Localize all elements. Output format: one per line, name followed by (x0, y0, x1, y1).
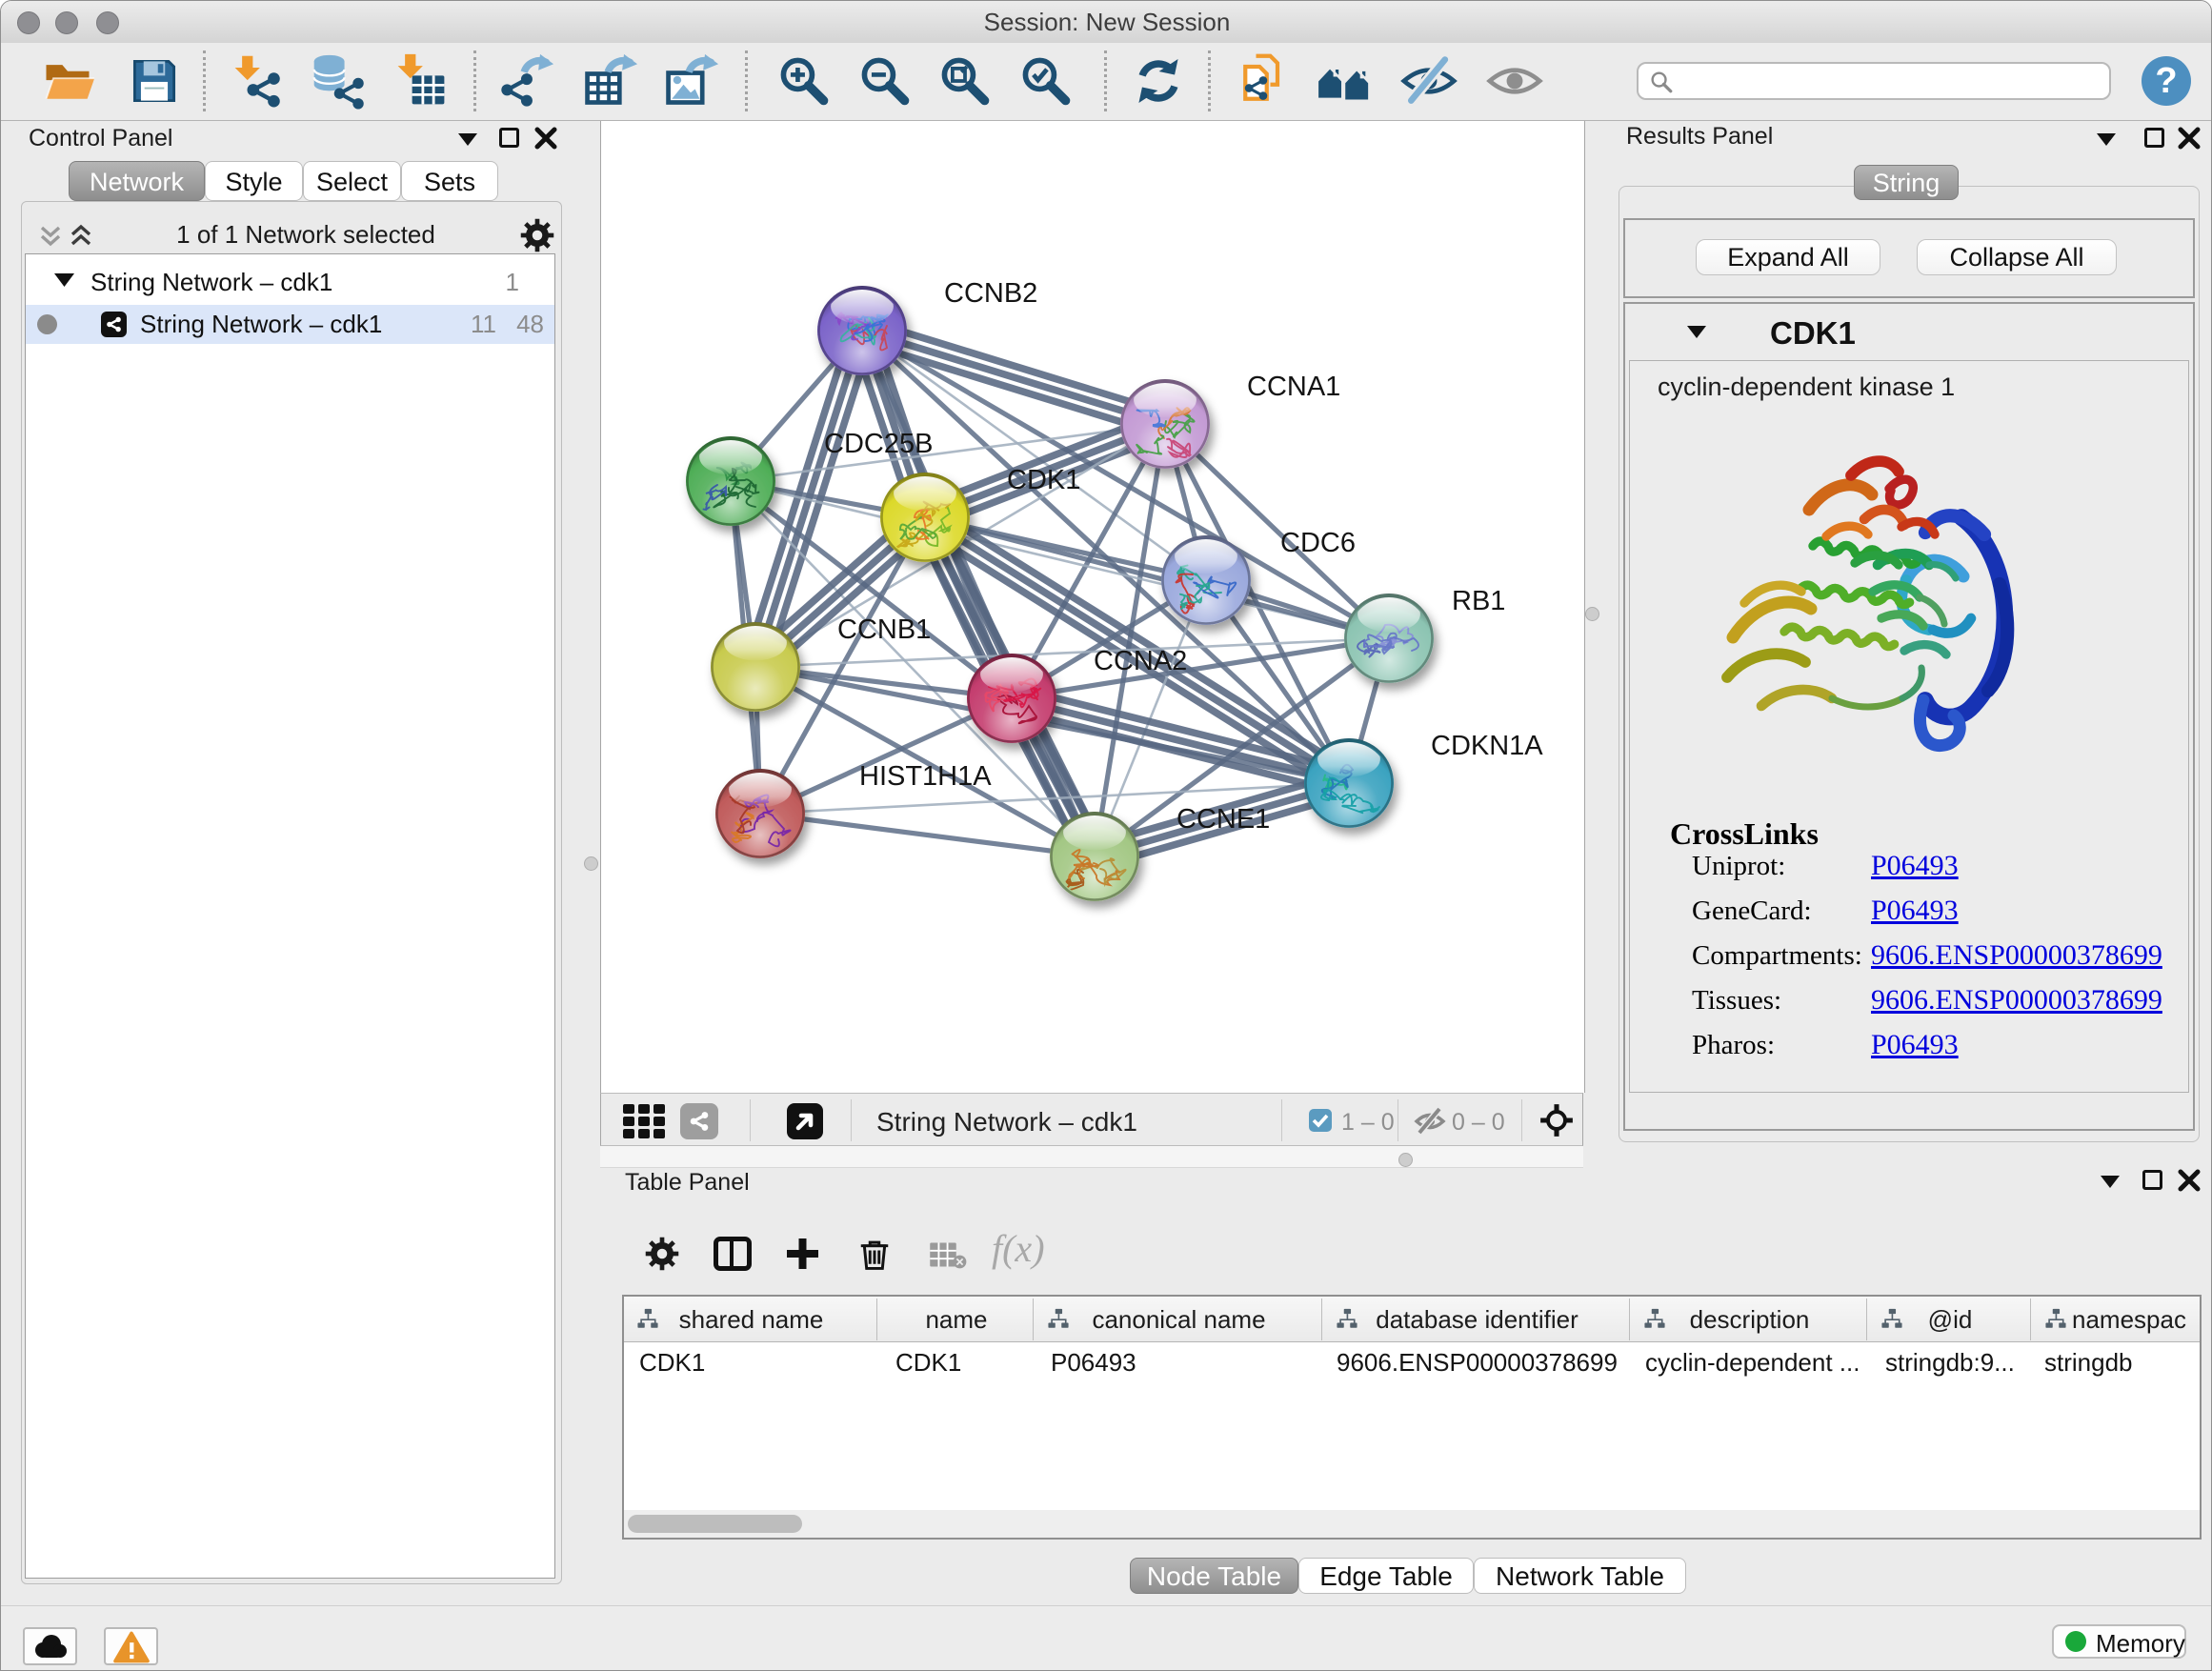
svg-text:HIST1H1A: HIST1H1A (859, 761, 992, 792)
svg-text:CCNB1: CCNB1 (837, 614, 931, 645)
svg-text:CCNA2: CCNA2 (1094, 646, 1187, 676)
svg-text:CDC25B: CDC25B (824, 429, 933, 459)
svg-text:CCNA1: CCNA1 (1247, 372, 1340, 402)
svg-text:RB1: RB1 (1452, 586, 1505, 616)
svg-text:CCNB2: CCNB2 (944, 278, 1037, 309)
svg-text:CDKN1A: CDKN1A (1431, 731, 1543, 761)
svg-text:CDC6: CDC6 (1280, 528, 1356, 558)
svg-text:CCNE1: CCNE1 (1176, 804, 1270, 835)
svg-text:CDK1: CDK1 (1007, 465, 1080, 495)
